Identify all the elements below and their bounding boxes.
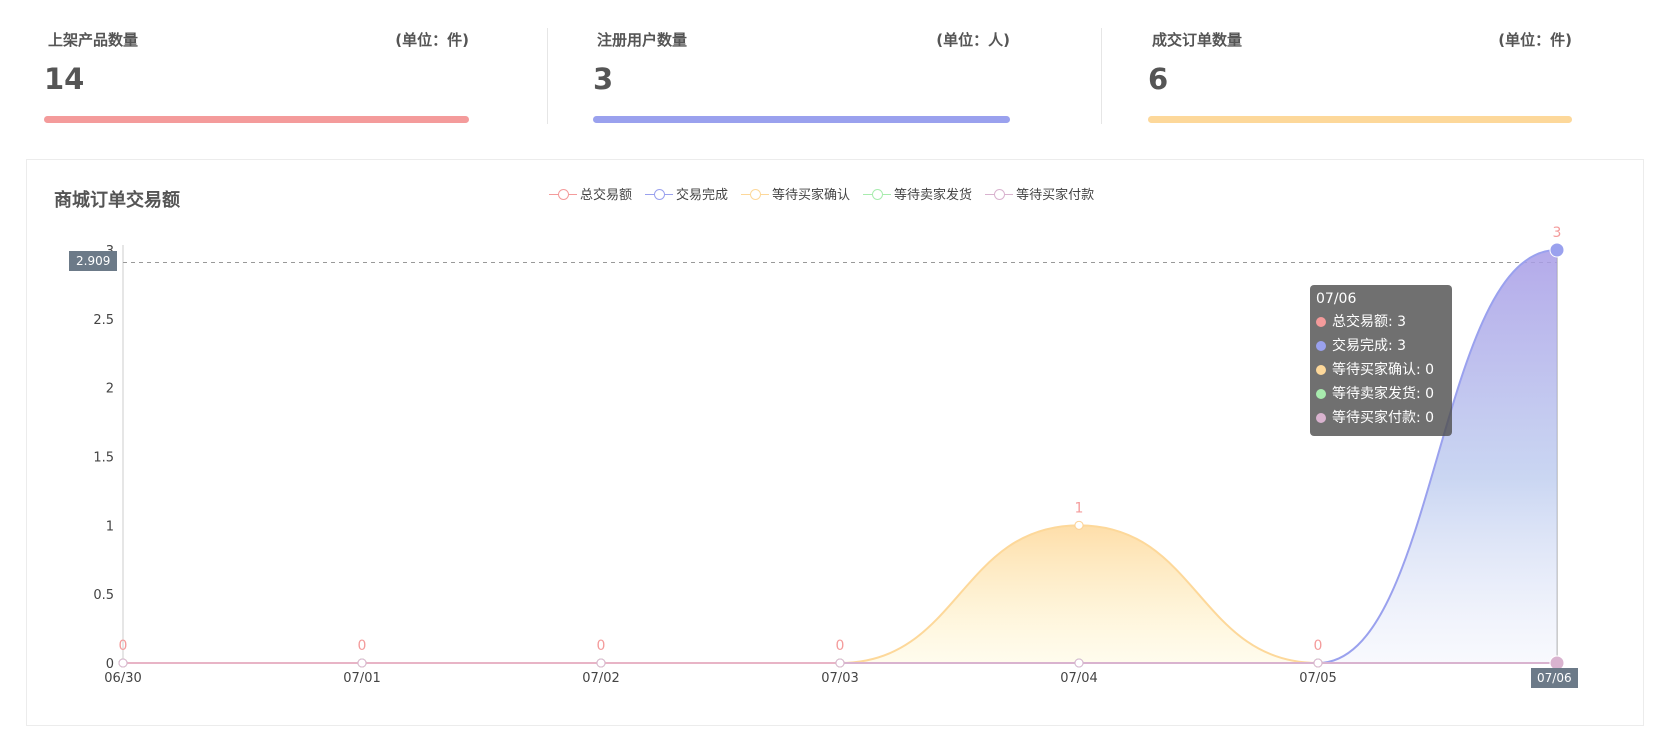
tooltip-row: 等待买家付款: 0: [1316, 406, 1446, 430]
y-tick-label: 2: [106, 382, 114, 397]
tooltip-row: 等待卖家发货: 0: [1316, 382, 1446, 406]
x-tick-label: 07/03: [821, 671, 858, 686]
axis-pointer-x-label: 07/06: [1531, 668, 1578, 688]
tooltip-header: 07/06: [1316, 291, 1357, 307]
tooltip-row-label: 交易完成: 3: [1332, 338, 1407, 354]
y-tick-label: 2.5: [93, 313, 114, 328]
tooltip-row-label: 等待买家确认: 0: [1332, 362, 1435, 378]
data-point: [1074, 658, 1084, 668]
series-dot-icon: [1316, 365, 1326, 375]
data-label: 1: [1075, 500, 1084, 516]
series-dot-icon: [1316, 317, 1326, 327]
tooltip-row: 总交易额: 3: [1316, 310, 1446, 334]
tooltip-row-label: 等待卖家发货: 0: [1332, 386, 1435, 402]
chart-tooltip: 07/06 总交易额: 3 交易完成: 3 等待买家确认: 0 等待卖家发货: …: [1310, 285, 1452, 436]
y-tick-label: 1.5: [93, 451, 114, 466]
data-label: 0: [358, 638, 367, 654]
axis-pointer-y-label: 2.909: [69, 251, 118, 271]
x-tick-label: 07/05: [1299, 671, 1336, 686]
tooltip-row: 等待买家确认: 0: [1316, 358, 1446, 382]
tooltip-row-label: 等待买家付款: 0: [1332, 410, 1435, 426]
x-tick-label: 07/02: [582, 671, 619, 686]
data-label: 0: [836, 638, 845, 654]
data-point: [357, 658, 367, 668]
data-label: 0: [597, 638, 606, 654]
y-tick-label: 0: [106, 657, 114, 672]
data-point: [835, 658, 845, 668]
data-point-highlight: [1549, 242, 1565, 258]
y-tick-label: 1: [106, 519, 114, 534]
data-point: [1074, 520, 1084, 530]
x-tick-label: 07/04: [1060, 671, 1097, 686]
tooltip-row: 交易完成: 3: [1316, 334, 1446, 358]
y-tick-label: 0.5: [93, 588, 114, 603]
data-label: 0: [119, 638, 128, 654]
tooltip-row-label: 总交易额: 3: [1332, 314, 1407, 330]
data-label: 0: [1314, 638, 1323, 654]
series-dot-icon: [1316, 341, 1326, 351]
data-point: [1313, 658, 1323, 668]
data-point: [596, 658, 606, 668]
series-dot-icon: [1316, 389, 1326, 399]
x-tick-label: 06/30: [104, 671, 141, 686]
data-label: 3: [1553, 225, 1562, 241]
data-point: [118, 658, 128, 668]
x-tick-label: 07/01: [343, 671, 380, 686]
series-dot-icon: [1316, 413, 1326, 423]
